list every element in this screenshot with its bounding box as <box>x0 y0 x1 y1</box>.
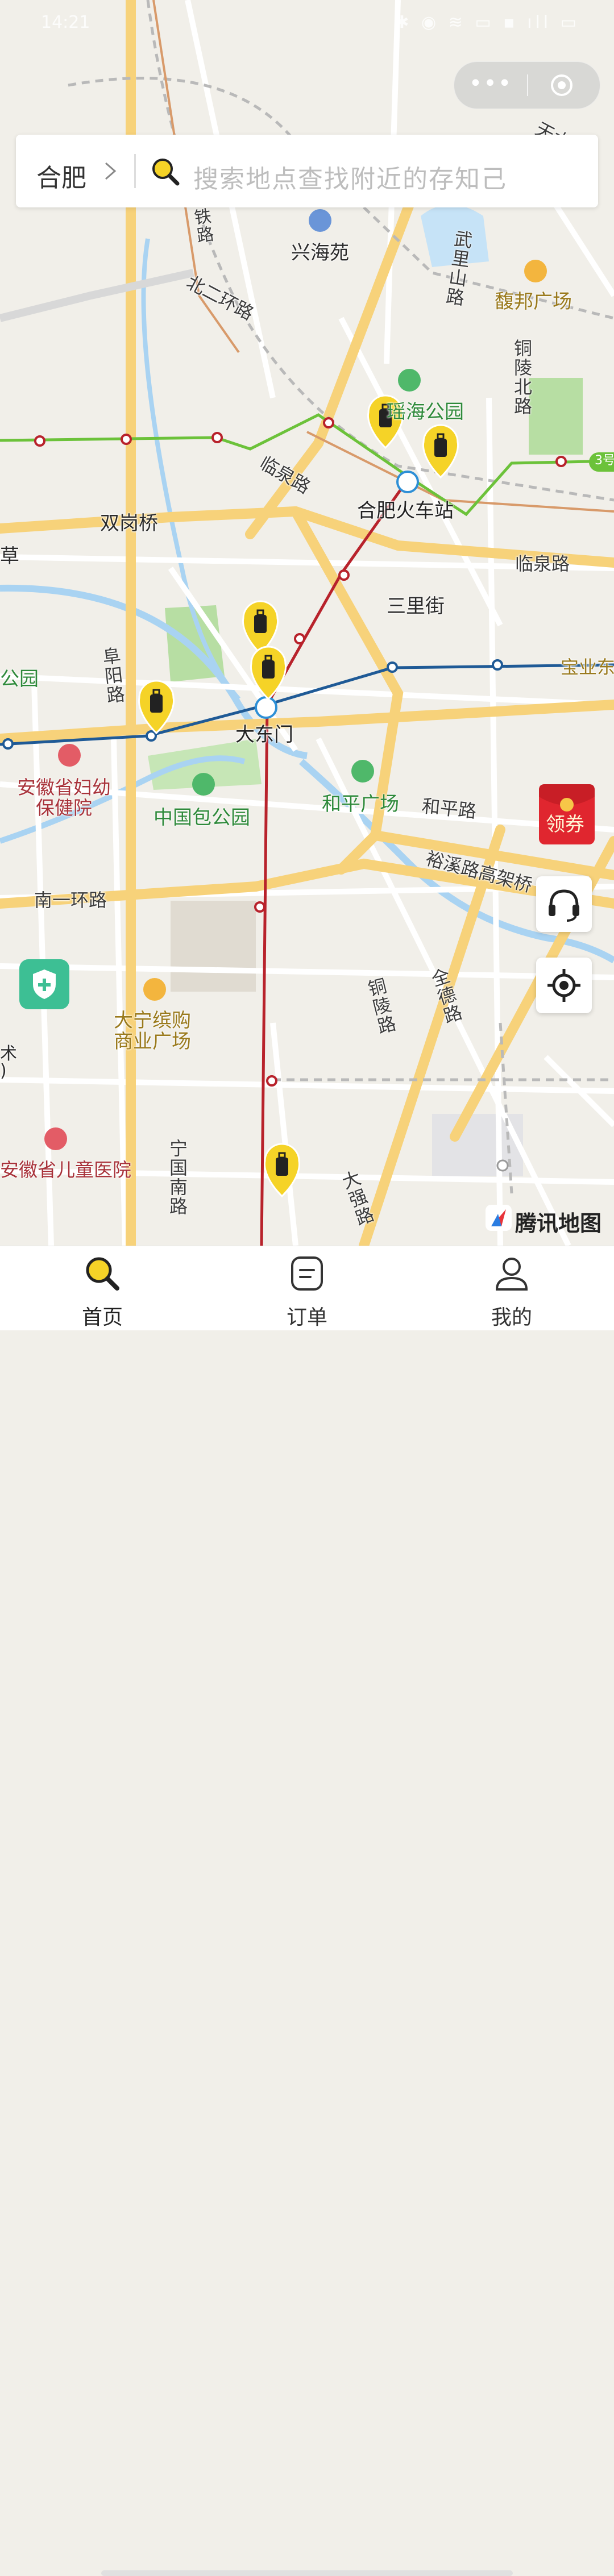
tab-label: 我的 <box>491 1306 532 1329</box>
chevron-right-icon[interactable] <box>100 160 121 182</box>
search-icon <box>86 1257 119 1291</box>
park-icon <box>398 369 421 392</box>
residence-icon <box>309 209 331 232</box>
place-label: 中国包公园 <box>154 806 250 829</box>
tab-orders[interactable]: 订单 <box>250 1246 364 1330</box>
place-label: 安徽省妇幼 保健院 <box>17 776 111 819</box>
city-selector[interactable]: 合肥 <box>36 157 86 194</box>
expressway <box>0 269 194 322</box>
status-icons: ✱ ◉ ≋ ▭ ▪ ıll ▭ <box>395 13 580 32</box>
capsule-divider <box>527 74 528 96</box>
search-divider <box>134 154 136 188</box>
mall-icon <box>524 260 547 282</box>
status-time: 14:21 <box>41 13 90 32</box>
block-area <box>171 901 256 992</box>
close-miniprogram-icon[interactable] <box>550 73 574 97</box>
map-provider-logo: 腾讯地图 <box>484 1204 601 1236</box>
safety-shield-button[interactable] <box>19 959 69 1009</box>
coupon-label: 领券 <box>546 813 584 836</box>
park-icon <box>351 760 374 783</box>
locate-button[interactable] <box>536 958 592 1013</box>
tab-profile[interactable]: 我的 <box>455 1246 569 1330</box>
temple-icon <box>192 773 215 796</box>
place-label: 兴海苑 <box>291 242 349 264</box>
miniprogram-capsule: ••• <box>454 61 600 109</box>
place-label: 瑶海公园 <box>387 401 464 423</box>
shield-icon <box>33 969 56 999</box>
tab-label: 首页 <box>81 1306 123 1329</box>
user-icon <box>495 1258 528 1291</box>
place-label: 公园 <box>0 668 39 690</box>
customer-service-button[interactable] <box>536 876 592 932</box>
place-label: 和平广场 <box>322 793 399 815</box>
hospital-icon <box>44 1127 67 1150</box>
place-label: 馥邦广场 <box>495 290 572 313</box>
station-label: 大东门 <box>235 723 293 746</box>
tab-home[interactable]: 首页 <box>45 1246 159 1330</box>
place-label: 安徽省儿童医院 <box>0 1159 131 1181</box>
road-label: 铁路 <box>189 206 215 246</box>
railway-station-dot <box>496 1159 509 1172</box>
tab-label: 订单 <box>286 1306 327 1329</box>
search-input[interactable]: 搜索地点查找附近的存知己 <box>193 159 507 195</box>
place-label: 草 <box>0 545 19 568</box>
luggage-pin-icon[interactable] <box>242 600 279 655</box>
line-badge-label: 3号 <box>595 453 614 468</box>
coupon-button[interactable]: 领券 <box>538 780 598 847</box>
search-icon <box>152 159 180 186</box>
road-label: 宁国南路 <box>167 1139 188 1216</box>
more-menu-button[interactable]: ••• <box>454 62 527 109</box>
road-label: 南一环路 <box>34 889 107 911</box>
headset-icon <box>549 889 579 922</box>
place-label: 双岗桥 <box>100 512 158 535</box>
road-label: 铜陵北路 <box>511 339 533 416</box>
bottom-tab-bar: 首页 订单 我的 <box>0 1246 614 2576</box>
place-label: 术 ) <box>0 1044 17 1081</box>
place-label: 大宁缤购 商业广场 <box>114 1009 191 1054</box>
place-label: 三里街 <box>387 595 445 618</box>
road-label: 阜阳路 <box>98 646 127 706</box>
metro-line-green <box>0 413 592 517</box>
tencent-map-icon <box>486 1205 512 1231</box>
home-indicator <box>101 2570 513 2576</box>
road-label: 宝业东 <box>561 656 614 678</box>
status-bar: 14:21 ✱ ◉ ≋ ▭ ▪ ıll ▭ <box>0 0 614 45</box>
locate-icon <box>547 969 580 1002</box>
road-label: 临泉路 <box>515 553 570 575</box>
mall-icon <box>143 978 166 1001</box>
park-area <box>529 378 583 455</box>
road-label: 和平路 <box>421 795 478 822</box>
order-icon <box>291 1256 323 1291</box>
map-provider-label: 腾讯地图 <box>515 1211 602 1236</box>
station-label: 合肥火车站 <box>357 500 454 522</box>
search-bar: 合肥 搜索地点查找附近的存知己 <box>16 135 598 207</box>
luggage-pin-icon[interactable] <box>264 1143 300 1198</box>
hospital-icon <box>58 744 81 767</box>
